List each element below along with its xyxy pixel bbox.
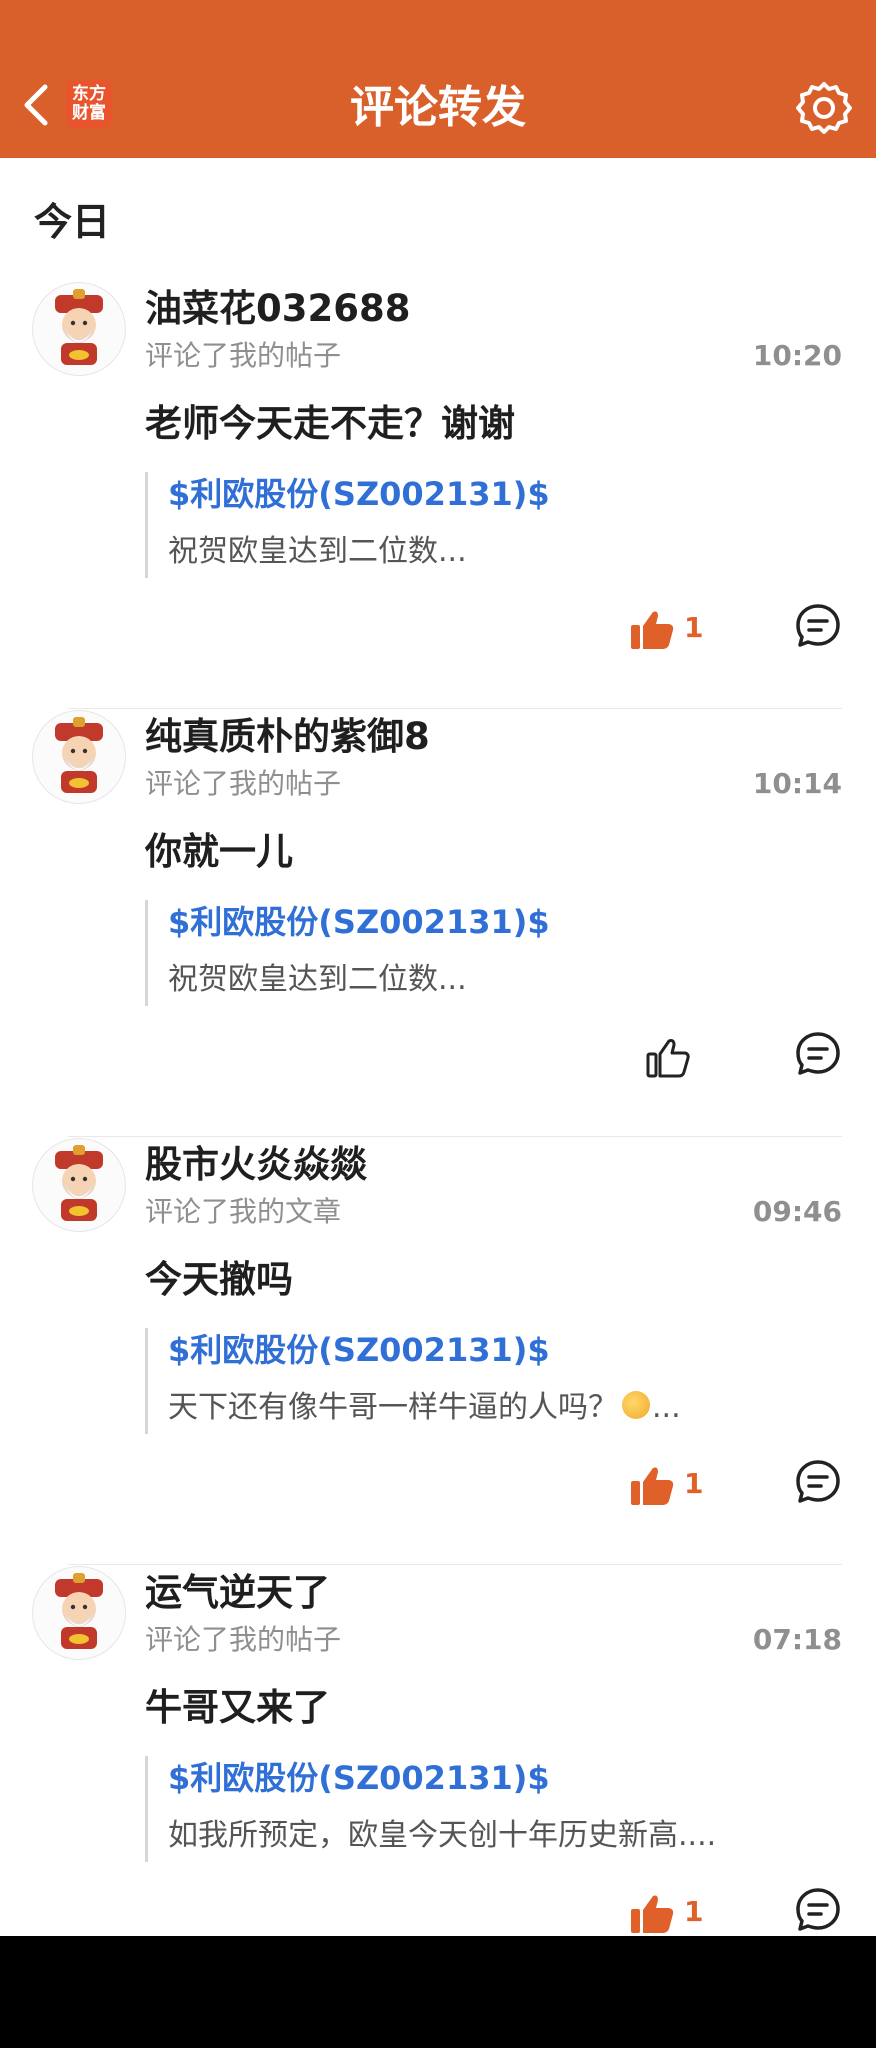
timestamp: 07:18 bbox=[752, 1623, 842, 1656]
comment-text[interactable]: 今天撤吗 bbox=[145, 1256, 293, 1304]
stock-link[interactable]: $利欧股份(SZ002131)$ bbox=[168, 1328, 550, 1372]
avatar[interactable] bbox=[32, 282, 126, 376]
action-text: 评论了我的文章 bbox=[145, 1195, 342, 1228]
fortune-god-avatar-icon bbox=[55, 289, 103, 365]
timestamp: 09:46 bbox=[752, 1195, 842, 1228]
username[interactable]: 股市火炎焱燚 bbox=[145, 1142, 367, 1188]
chat-bubble-icon bbox=[796, 1888, 840, 1931]
quoted-post[interactable]: $利欧股份(SZ002131)$ 祝贺欧皇达到二位数... bbox=[145, 472, 848, 578]
avatar[interactable] bbox=[32, 710, 126, 804]
chat-bubble-icon bbox=[796, 604, 840, 647]
like-button[interactable] bbox=[636, 1032, 700, 1084]
system-navigation-bar bbox=[0, 1936, 876, 2048]
thumbs-up-filled-icon bbox=[631, 611, 674, 649]
username[interactable]: 运气逆天了 bbox=[145, 1570, 330, 1616]
action-text: 评论了我的帖子 bbox=[145, 339, 342, 372]
timestamp: 10:20 bbox=[752, 339, 842, 372]
thumbs-up-filled-icon bbox=[631, 1467, 674, 1505]
quoted-text: 祝贺欧皇达到二位数... bbox=[168, 962, 467, 997]
like-button[interactable] bbox=[620, 604, 684, 656]
like-count: 1 bbox=[684, 1467, 704, 1500]
wink-emoji-icon bbox=[622, 1391, 650, 1419]
reply-button[interactable] bbox=[794, 1458, 842, 1506]
chat-bubble-icon bbox=[796, 1460, 840, 1503]
notification-item[interactable]: 运气逆天了 评论了我的帖子 07:18 牛哥又来了 $利欧股份(SZ002131… bbox=[0, 1566, 876, 1936]
quoted-text-ellipsis: ... bbox=[652, 1390, 681, 1425]
fortune-god-avatar-icon bbox=[55, 1145, 103, 1221]
like-button[interactable] bbox=[620, 1888, 684, 1936]
notification-item[interactable]: 油菜花032688 评论了我的帖子 10:20 老师今天走不走？谢谢 $利欧股份… bbox=[0, 282, 876, 710]
timestamp: 10:14 bbox=[752, 767, 842, 800]
settings-button[interactable] bbox=[796, 80, 852, 136]
notification-item[interactable]: 纯真质朴的紫御8 评论了我的帖子 10:14 你就一儿 $利欧股份(SZ0021… bbox=[0, 710, 876, 1138]
chat-bubble-icon bbox=[796, 1032, 840, 1075]
like-count: 1 bbox=[684, 1895, 704, 1928]
like-button[interactable] bbox=[620, 1460, 684, 1512]
avatar[interactable] bbox=[32, 1138, 126, 1232]
quoted-text: 祝贺欧皇达到二位数... bbox=[168, 534, 467, 569]
stock-link[interactable]: $利欧股份(SZ002131)$ bbox=[168, 1756, 550, 1800]
comment-text[interactable]: 你就一儿 bbox=[145, 828, 293, 876]
section-label-today: 今日 bbox=[34, 200, 111, 244]
app-header: 东方 财富 评论转发 bbox=[0, 0, 876, 158]
action-text: 评论了我的帖子 bbox=[145, 1623, 342, 1656]
reply-button[interactable] bbox=[794, 1886, 842, 1934]
thumbs-up-filled-icon bbox=[631, 1895, 674, 1933]
quoted-text: 如我所预定，欧皇今天创十年历史新高.... bbox=[168, 1818, 717, 1853]
page-title: 评论转发 bbox=[350, 82, 526, 133]
action-text: 评论了我的帖子 bbox=[145, 767, 342, 800]
fortune-god-avatar-icon bbox=[55, 717, 103, 793]
quoted-post[interactable]: $利欧股份(SZ002131)$ 天下还有像牛哥一样牛逼的人吗？... bbox=[145, 1328, 848, 1434]
username[interactable]: 油菜花032688 bbox=[145, 286, 410, 332]
comment-text[interactable]: 牛哥又来了 bbox=[145, 1684, 330, 1732]
divider bbox=[68, 1136, 842, 1137]
notification-item[interactable]: 股市火炎焱燚 评论了我的文章 09:46 今天撤吗 $利欧股份(SZ002131… bbox=[0, 1138, 876, 1566]
thumbs-up-outline-icon bbox=[646, 1039, 690, 1078]
fortune-god-avatar-icon bbox=[55, 1573, 103, 1649]
quoted-text: 天下还有像牛哥一样牛逼的人吗？ bbox=[168, 1390, 618, 1425]
comment-text[interactable]: 老师今天走不走？谢谢 bbox=[145, 400, 515, 448]
username[interactable]: 纯真质朴的紫御8 bbox=[145, 714, 430, 760]
reply-button[interactable] bbox=[794, 602, 842, 650]
stock-link[interactable]: $利欧股份(SZ002131)$ bbox=[168, 900, 550, 944]
stock-link[interactable]: $利欧股份(SZ002131)$ bbox=[168, 472, 550, 516]
quoted-post[interactable]: $利欧股份(SZ002131)$ 如我所预定，欧皇今天创十年历史新高.... bbox=[145, 1756, 848, 1862]
divider bbox=[68, 1564, 842, 1565]
quoted-text-line: 天下还有像牛哥一样牛逼的人吗？... bbox=[168, 1386, 681, 1430]
gear-icon bbox=[796, 82, 852, 134]
reply-button[interactable] bbox=[794, 1030, 842, 1078]
avatar[interactable] bbox=[32, 1566, 126, 1660]
divider bbox=[68, 708, 842, 709]
quoted-post[interactable]: $利欧股份(SZ002131)$ 祝贺欧皇达到二位数... bbox=[145, 900, 848, 1006]
like-count: 1 bbox=[684, 611, 704, 644]
